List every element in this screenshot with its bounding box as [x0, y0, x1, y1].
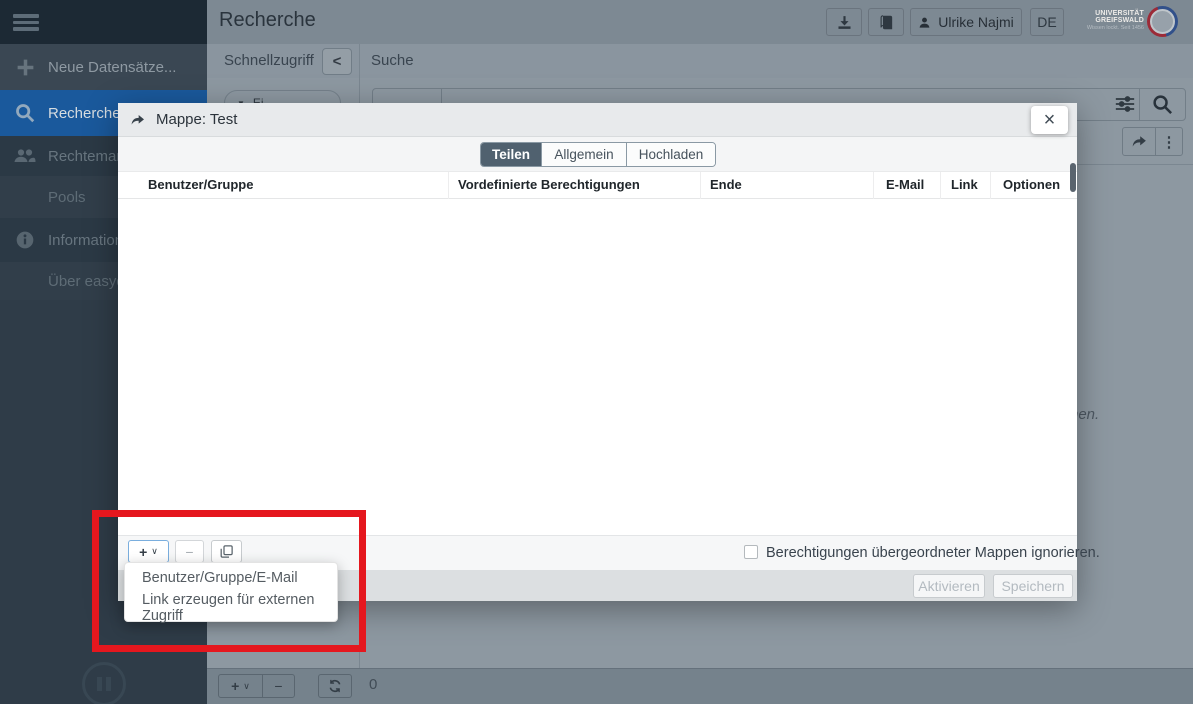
copy-icon — [219, 544, 234, 559]
results-remove-button[interactable]: − — [263, 675, 294, 697]
quick-access-label: Schnellzugriff — [224, 52, 314, 69]
menu-item-label: Link erzeugen für externen Zugriff — [142, 592, 337, 624]
result-actions-group: ⋮ — [1122, 127, 1183, 156]
search-submit-icon[interactable] — [1151, 93, 1174, 116]
filter-sliders-icon[interactable] — [1115, 95, 1135, 113]
column-header: Optionen — [1003, 177, 1060, 192]
search-input-divider — [1139, 88, 1140, 121]
dialog-tabbar: Teilen Allgemein Hochladen — [118, 137, 1077, 172]
add-entry-button[interactable]: + ∨ — [128, 540, 169, 563]
logo-line1: UNIVERSITÄT GREIFSWALD — [1056, 10, 1144, 24]
dialog-title: Mappe: Test — [156, 111, 237, 128]
copy-entry-button[interactable] — [211, 540, 242, 563]
results-add-remove-group: + ∨ − — [218, 674, 295, 698]
checkbox-label: Berechtigungen übergeordneter Mappen ign… — [766, 545, 1100, 561]
minus-icon: − — [274, 678, 282, 694]
search-icon — [13, 101, 37, 125]
more-options-button[interactable]: ⋮ — [1156, 128, 1182, 155]
language-label: DE — [1037, 14, 1056, 30]
result-count: 0 — [369, 676, 377, 693]
share-button[interactable] — [1123, 128, 1156, 155]
share-arrow-icon — [1131, 133, 1148, 150]
tab-hochladen[interactable]: Hochladen — [626, 143, 715, 166]
plus-icon: + — [231, 678, 239, 694]
sidebar-item-label: Pools — [48, 189, 86, 206]
dialog-close-button[interactable]: × — [1031, 106, 1068, 134]
column-header: Vordefinierte Berechtigungen — [458, 177, 640, 192]
dialog-titlebar: Mappe: Test — [118, 103, 1077, 137]
sidebar-item-label: Information — [48, 232, 123, 249]
tab-label: Hochladen — [639, 147, 704, 162]
book-icon — [878, 14, 895, 31]
easydb-logo — [82, 662, 126, 704]
column-header: Benutzer/Gruppe — [148, 177, 253, 192]
close-icon: × — [1044, 109, 1056, 132]
add-entry-dropdown-menu: Benutzer/Gruppe/E-Mail Link erzeugen für… — [124, 562, 338, 622]
university-seal-icon — [1147, 6, 1178, 37]
logo-line2: Wissen lockt. Seit 1456 — [1056, 25, 1144, 31]
column-header: Link — [951, 177, 978, 192]
save-button[interactable]: Speichern — [993, 574, 1073, 598]
app-root: Neue Datensätze... Recherche Rechteman P… — [0, 0, 1193, 704]
chevron-down-icon: ∨ — [243, 681, 250, 692]
tab-label: Teilen — [492, 147, 530, 162]
university-logo-text: UNIVERSITÄT GREIFSWALD Wissen lockt. Sei… — [1056, 10, 1144, 31]
column-separator — [940, 172, 941, 199]
column-separator — [700, 172, 701, 199]
sidebar-header — [0, 0, 207, 44]
tab-teilen[interactable]: Teilen — [481, 143, 541, 166]
panel-header-bar — [207, 44, 1193, 78]
sidebar-item-label: Neue Datensätze... — [48, 59, 176, 76]
user-menu-button[interactable]: Ulrike Najmi — [910, 8, 1022, 36]
menu-item-user-group-email[interactable]: Benutzer/Gruppe/E-Mail — [125, 563, 337, 593]
sidebar-item-new-records[interactable]: Neue Datensätze... — [0, 44, 207, 90]
refresh-icon — [327, 678, 343, 694]
results-add-button[interactable]: + ∨ — [219, 675, 263, 697]
tab-label: Allgemein — [554, 147, 613, 162]
plus-icon — [13, 55, 37, 79]
hamburger-menu-icon[interactable] — [13, 14, 39, 31]
activate-button[interactable]: Aktivieren — [913, 574, 985, 598]
activate-label: Aktivieren — [918, 578, 979, 594]
remove-entry-button[interactable]: − — [175, 540, 204, 563]
column-separator — [873, 172, 874, 199]
menu-item-external-link[interactable]: Link erzeugen für externen Zugriff — [125, 593, 337, 623]
page-title: Recherche — [219, 9, 316, 32]
chevron-down-icon: ∨ — [151, 546, 158, 557]
share-arrow-icon — [130, 112, 146, 128]
column-header: Ende — [710, 177, 742, 192]
download-icon — [836, 14, 853, 31]
search-panel-label: Suche — [371, 52, 414, 69]
chevron-left-icon: < — [333, 53, 342, 70]
plus-icon: + — [139, 544, 147, 560]
sidebar-item-label: Rechteman — [48, 148, 125, 165]
menu-item-label: Benutzer/Gruppe/E-Mail — [142, 570, 298, 586]
refresh-button[interactable] — [318, 674, 352, 698]
info-icon — [13, 228, 37, 252]
book-button[interactable] — [868, 8, 904, 36]
scrollbar-thumb[interactable] — [1070, 163, 1076, 192]
collapse-panel-button[interactable]: < — [322, 48, 352, 75]
sidebar-item-label: Recherche — [48, 105, 121, 122]
download-button[interactable] — [826, 8, 862, 36]
dialog-tab-group: Teilen Allgemein Hochladen — [480, 142, 716, 167]
user-name: Ulrike Najmi — [938, 14, 1013, 30]
save-label: Speichern — [1001, 578, 1064, 594]
results-bottom-bar — [207, 668, 1193, 704]
column-header: E-Mail — [886, 177, 924, 192]
users-icon — [13, 144, 37, 168]
kebab-icon: ⋮ — [1162, 133, 1177, 151]
column-separator — [448, 172, 449, 199]
column-separator — [990, 172, 991, 199]
minus-icon: − — [185, 544, 193, 560]
user-icon — [918, 16, 931, 29]
ignore-parent-permissions-checkbox[interactable] — [744, 545, 758, 559]
tab-allgemein[interactable]: Allgemein — [541, 143, 626, 166]
